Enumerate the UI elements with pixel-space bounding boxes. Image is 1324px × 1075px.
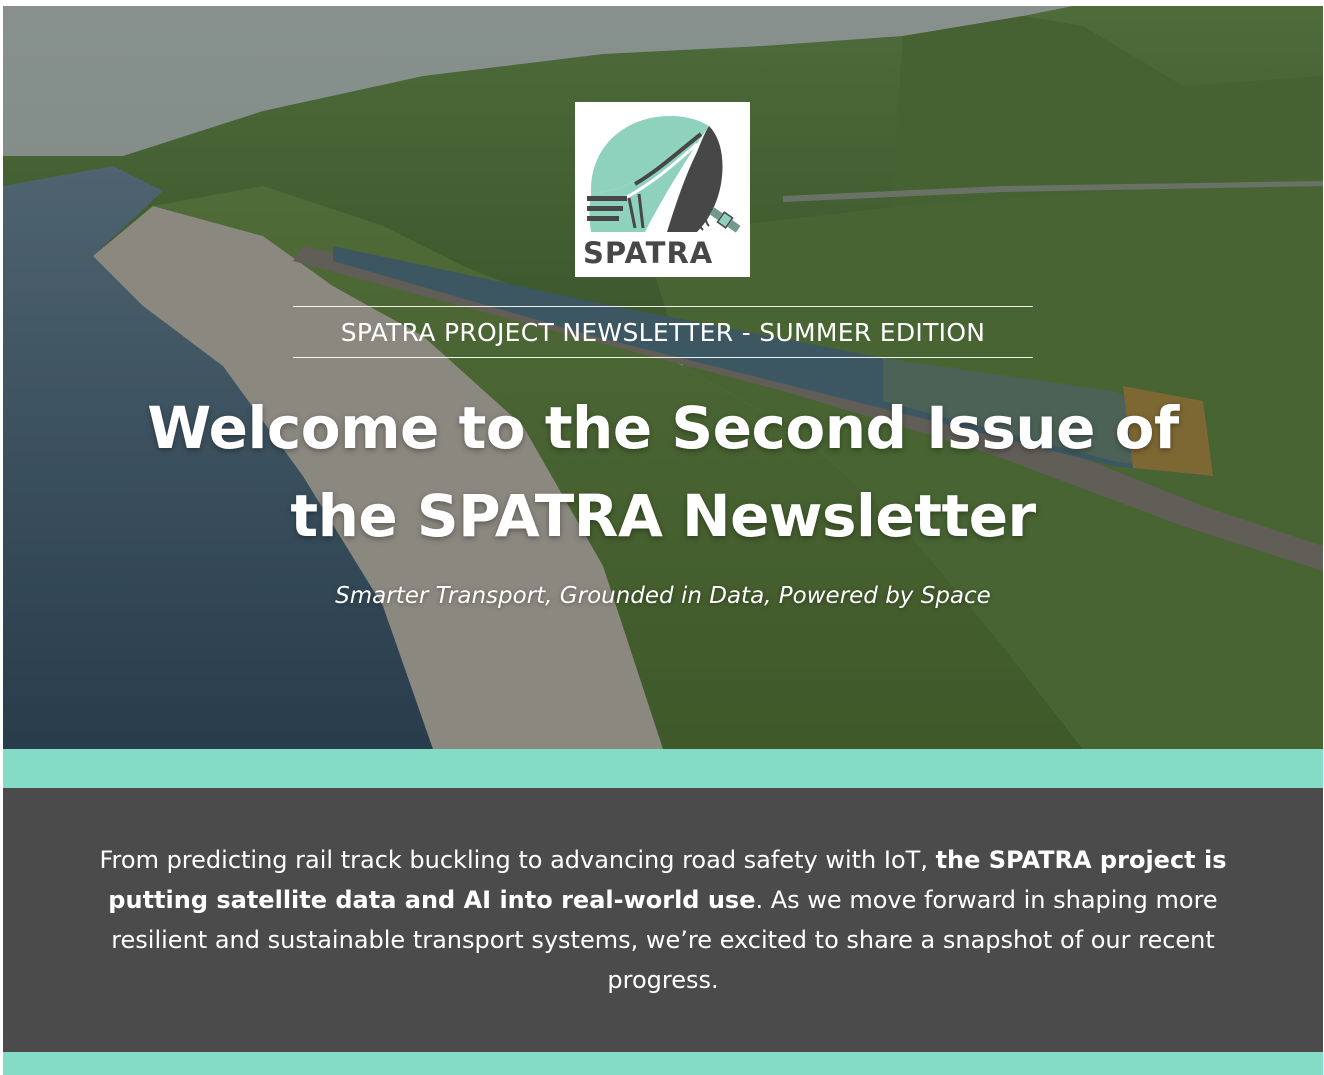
- accent-stripe-bottom: [3, 1052, 1323, 1075]
- tagline: Smarter Transport, Grounded in Data, Pow…: [335, 583, 991, 609]
- spatra-logo-wordmark: SPATRA: [583, 236, 713, 270]
- spatra-logo: SPATRA: [575, 102, 750, 277]
- intro-text-part1: From predicting rail track buckling to a…: [99, 846, 936, 874]
- intro-paragraph: From predicting rail track buckling to a…: [58, 840, 1268, 1000]
- accent-stripe-top: [3, 749, 1323, 788]
- newsletter-page: SPATRA SPATRA PROJECT NEWSLETTER - SUMME…: [3, 6, 1323, 1075]
- page-title: Welcome to the Second Issue of the SPATR…: [147, 394, 1179, 550]
- intro-panel: From predicting rail track buckling to a…: [3, 788, 1323, 1052]
- spatra-logo-graphic: SPATRA: [583, 116, 741, 270]
- hero-banner: SPATRA SPATRA PROJECT NEWSLETTER - SUMME…: [3, 6, 1323, 749]
- edition-label: SPATRA PROJECT NEWSLETTER - SUMMER EDITI…: [340, 317, 986, 347]
- edition-banner: SPATRA PROJECT NEWSLETTER - SUMMER EDITI…: [293, 306, 1033, 358]
